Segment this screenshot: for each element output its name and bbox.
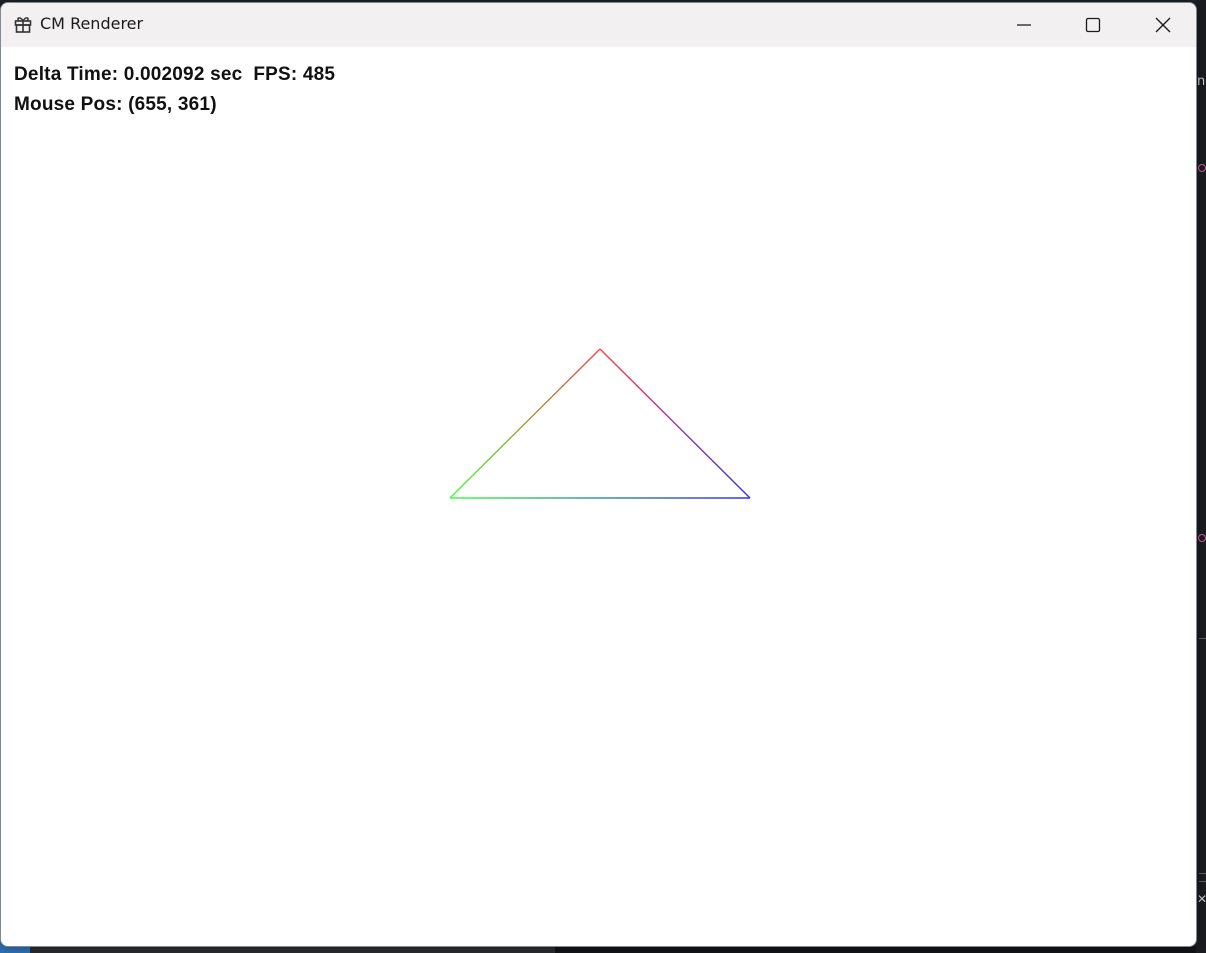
triangle-edge-left: [449, 348, 601, 499]
window-title: CM Renderer: [40, 14, 144, 33]
close-button[interactable]: [1128, 3, 1196, 47]
background-editor-fragment: [555, 946, 1197, 953]
background-indicator: [1198, 164, 1206, 172]
render-canvas[interactable]: Delta Time: 0.002092 sec FPS: 485 Mouse …: [1, 47, 1196, 946]
background-close-fragment: ✕: [1197, 892, 1206, 906]
minimize-icon: [1017, 24, 1031, 26]
minimize-button[interactable]: [989, 3, 1059, 47]
background-divider: [1199, 873, 1206, 874]
triangle-edge-right: [599, 348, 751, 499]
background-indicator: [1198, 534, 1206, 542]
gift-box-icon: [14, 17, 32, 33]
background-divider: [1199, 638, 1206, 639]
triangle-scene: [449, 348, 751, 499]
background-divider: [1199, 881, 1206, 882]
maximize-icon: [1085, 17, 1101, 33]
title-bar[interactable]: CM Renderer: [1, 3, 1196, 47]
background-text-fragment: n: [1197, 74, 1206, 89]
close-icon: [1155, 17, 1171, 33]
maximize-button[interactable]: [1058, 3, 1128, 47]
renderer-window: CM Renderer Delta Time: 0.002092 sec FPS…: [0, 2, 1197, 947]
background-editor-strip: [1196, 0, 1206, 953]
